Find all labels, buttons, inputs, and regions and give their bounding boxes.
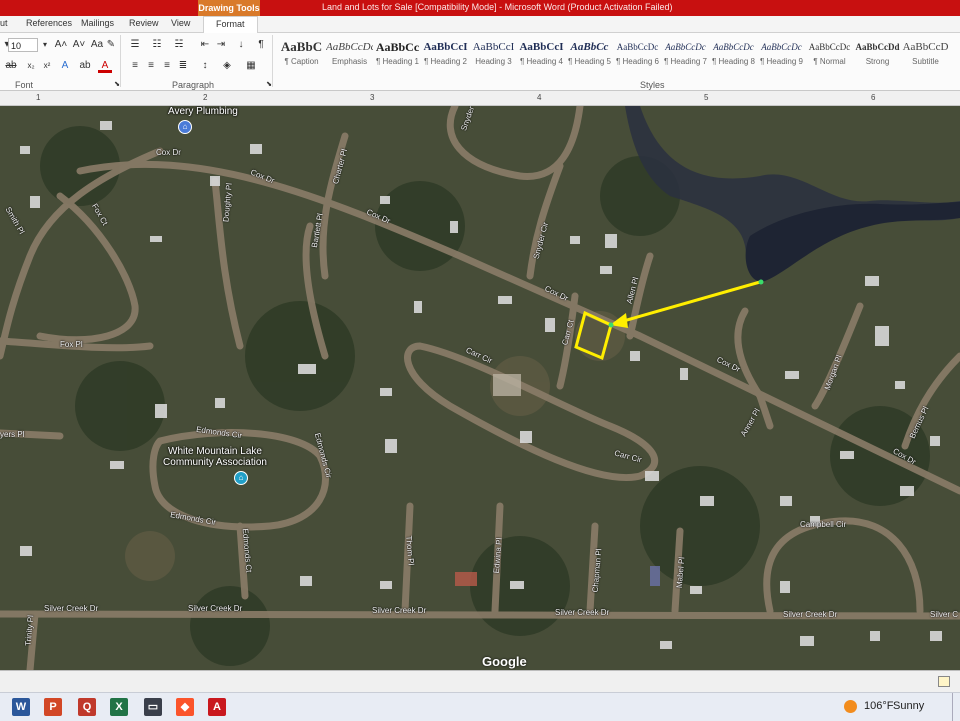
style-subtitle[interactable]: AaBbCcD Subtitle: [902, 37, 949, 75]
poi-label-community-association: White Mountain Lake Community Associatio…: [163, 446, 267, 468]
font-size-field[interactable]: 10: [8, 38, 38, 52]
style-heading-8[interactable]: AaBbCcDc ¶ Heading 8: [710, 37, 757, 75]
street-label: Silver Creek Dr: [188, 604, 243, 613]
quickbooks-taskbar-icon[interactable]: Q: [78, 698, 96, 716]
ruler-number: 6: [871, 93, 876, 102]
ruler-number: 5: [704, 93, 709, 102]
align-center-icon[interactable]: ≡: [144, 59, 158, 73]
ruler-number: 4: [537, 93, 542, 102]
show-formatting-marks-icon[interactable]: ¶: [254, 38, 268, 52]
app-taskbar-icon[interactable]: ▭: [144, 698, 162, 716]
ribbon-tab-bar: ut References Mailings Review View Forma…: [0, 16, 960, 33]
acrobat-taskbar-icon[interactable]: A: [208, 698, 226, 716]
map-graphic: [0, 106, 960, 670]
status-bar: [0, 670, 960, 693]
style-heading-1[interactable]: AaBbCc ¶ Heading 1: [374, 37, 421, 75]
street-label: yers Pl: [0, 430, 25, 439]
font-color-icon[interactable]: A: [98, 59, 112, 73]
tab-references[interactable]: References: [26, 18, 72, 28]
borders-icon[interactable]: ▦: [244, 59, 258, 73]
ruler-number: 3: [370, 93, 375, 102]
street-label: Silver C: [930, 610, 959, 619]
weather-condition[interactable]: Sunny: [893, 700, 924, 712]
styles-group-label: Styles: [640, 80, 665, 90]
style-caption[interactable]: AaBbC ¶ Caption: [278, 37, 325, 75]
street-label: Silver Creek Dr: [555, 608, 610, 617]
style-emphasis[interactable]: AaBbCcDc Emphasis: [326, 37, 373, 75]
align-right-icon[interactable]: ≡: [160, 59, 174, 73]
poi-label-avery-plumbing: Avery Plumbing: [168, 106, 238, 117]
windows-taskbar: W P Q X ▭ ◆ A 106°F Sunny: [0, 692, 960, 721]
word-taskbar-icon[interactable]: W: [12, 698, 30, 716]
paragraph-group-label: Paragraph: [172, 80, 215, 90]
street-label: Silver Creek Dr: [783, 610, 838, 619]
tab-mailings[interactable]: Mailings: [81, 18, 114, 28]
shrink-font-icon[interactable]: A˅: [72, 38, 86, 52]
line-spacing-icon[interactable]: ↕: [198, 59, 212, 73]
increase-indent-icon[interactable]: ⇥: [214, 38, 228, 52]
highlight-color-icon[interactable]: ab: [78, 59, 92, 73]
show-desktop-button[interactable]: [952, 693, 960, 721]
bullets-icon[interactable]: ☰: [128, 38, 142, 52]
brave-browser-taskbar-icon[interactable]: ◆: [176, 698, 194, 716]
grow-font-icon[interactable]: A˄: [54, 38, 68, 52]
style-heading-5[interactable]: AaBbCc ¶ Heading 5: [566, 37, 613, 75]
shading-icon[interactable]: ◈: [220, 59, 234, 73]
style-heading-4[interactable]: AaBbCcI ¶ Heading 4: [518, 37, 565, 75]
ribbon-separator: [272, 35, 273, 87]
style-heading-3[interactable]: AaBbCcI Heading 3: [470, 37, 517, 75]
print-layout-view-icon[interactable]: [938, 676, 950, 687]
subscript-icon[interactable]: x₂: [24, 59, 38, 73]
shopping-pin-icon[interactable]: ⌂: [178, 120, 192, 134]
ribbon: ▾ 10 ▾ A˄ A˅ Aa ✎ ab x₂ x² A ab A Font ⬊…: [0, 33, 960, 91]
ruler-number: 2: [203, 93, 208, 102]
tab-format[interactable]: Format: [203, 16, 258, 33]
horizontal-ruler[interactable]: 1 2 3 4 5 6: [0, 91, 960, 106]
drawing-tools-context-tab: Drawing Tools: [198, 0, 260, 16]
decrease-indent-icon[interactable]: ⇤: [198, 38, 212, 52]
sunny-weather-icon[interactable]: [844, 700, 857, 713]
align-left-icon[interactable]: ≡: [128, 59, 142, 73]
clear-formatting-icon[interactable]: ✎: [104, 38, 118, 52]
font-size-dropdown-icon[interactable]: ▾: [38, 38, 52, 52]
title-bar: Drawing Tools Land and Lots for Sale [Co…: [0, 0, 960, 16]
ribbon-separator: [120, 35, 121, 87]
organization-pin-icon[interactable]: ⌂: [234, 471, 248, 485]
change-case-icon[interactable]: Aa: [90, 38, 104, 52]
style-normal[interactable]: AaBbCcDc ¶ Normal: [806, 37, 853, 75]
strikethrough-icon[interactable]: ab: [4, 59, 18, 73]
street-label: Silver Creek Dr: [372, 606, 427, 615]
style-heading-9[interactable]: AaBbCcDc ¶ Heading 9: [758, 37, 805, 75]
street-label: Fox Pl: [60, 340, 83, 349]
weather-temperature[interactable]: 106°F: [864, 700, 893, 712]
paragraph-dialog-launcher-icon[interactable]: ⬊: [262, 78, 276, 92]
window-title: Land and Lots for Sale [Compatibility Mo…: [322, 2, 673, 12]
numbering-icon[interactable]: ☷: [150, 38, 164, 52]
sort-icon[interactable]: ↓: [234, 38, 248, 52]
tab-review[interactable]: Review: [129, 18, 159, 28]
text-effects-icon[interactable]: A: [58, 59, 72, 73]
street-label: Cox Dr: [156, 148, 181, 157]
font-group-label: Font: [15, 80, 34, 90]
tab-layout[interactable]: ut: [0, 18, 8, 28]
street-label: Campbell Cir: [800, 520, 847, 529]
style-heading-2[interactable]: AaBbCcI ¶ Heading 2: [422, 37, 469, 75]
satellite-map-image[interactable]: Cox Dr Cox Dr Cox Dr Cox Dr Cox Dr Cox D…: [0, 106, 960, 670]
style-heading-6[interactable]: AaBbCcDc ¶ Heading 6: [614, 37, 661, 75]
powerpoint-taskbar-icon[interactable]: P: [44, 698, 62, 716]
style-heading-7[interactable]: AaBbCcDc ¶ Heading 7: [662, 37, 709, 75]
style-strong[interactable]: AaBbCcDd Strong: [854, 37, 901, 75]
excel-taskbar-icon[interactable]: X: [110, 698, 128, 716]
street-label: Silver Creek Dr: [44, 604, 99, 613]
multilevel-list-icon[interactable]: ☵: [172, 38, 186, 52]
google-attribution-logo: Google: [482, 654, 527, 669]
ruler-number: 1: [36, 93, 41, 102]
justify-icon[interactable]: ≣: [176, 59, 190, 73]
font-dialog-launcher-icon[interactable]: ⬊: [110, 78, 124, 92]
superscript-icon[interactable]: x²: [40, 59, 54, 73]
tab-view[interactable]: View: [171, 18, 190, 28]
